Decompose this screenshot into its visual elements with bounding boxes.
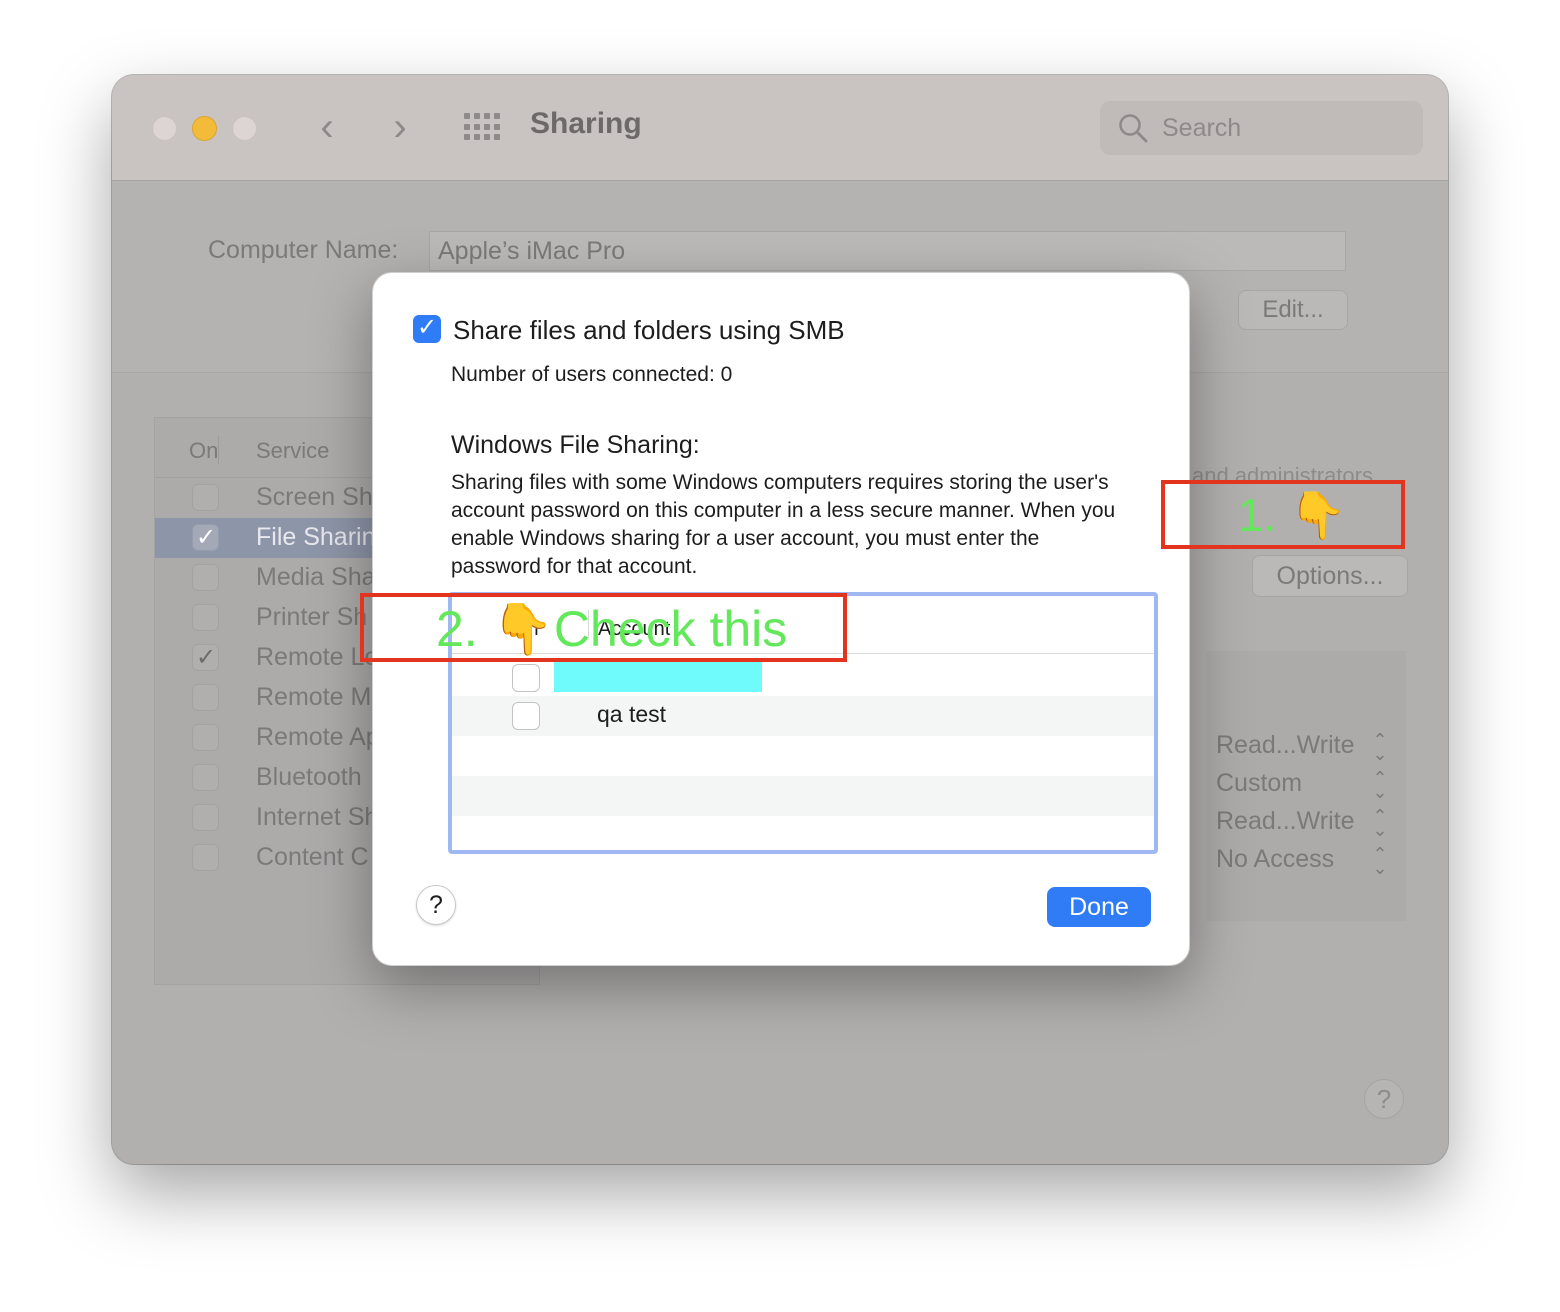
service-name: Internet Sh [256,803,379,831]
search-placeholder: Search [1162,114,1242,142]
edit-button[interactable]: Edit... [1238,290,1348,330]
service-checkbox[interactable] [192,764,219,791]
service-header-service: Service [256,438,330,463]
permission-popup[interactable]: Read...Write [1216,731,1354,760]
permission-popup[interactable]: Custom [1216,769,1302,798]
service-header-on: On [189,438,219,463]
service-name: Printer Sh [256,603,368,631]
sheet-help-button[interactable]: ? [416,885,456,925]
smb-label: Share files and folders using SMB [453,315,845,345]
account-row[interactable] [452,658,1154,698]
service-name: File Sharin [256,523,376,551]
service-checkbox[interactable] [192,643,219,672]
updown-chevron-icon: ⌃ ⌄ [1372,806,1388,840]
service-checkbox[interactable] [192,684,219,711]
empty-row [452,776,1154,816]
annotation-step-2-text: 2. 👇Check this [436,601,788,657]
service-checkbox[interactable] [192,523,219,552]
title-bar: ‹ › Sharing Search [112,75,1448,181]
account-row[interactable]: qa test [452,696,1154,736]
service-checkbox[interactable] [192,604,219,631]
search-icon [1119,114,1148,143]
service-checkbox[interactable] [192,484,219,511]
service-name: Remote M [256,683,372,711]
header-divider [218,436,219,464]
service-checkbox[interactable] [192,804,219,831]
computer-name-value: Apple’s iMac Pro [438,237,626,265]
computer-name-field[interactable]: Apple’s iMac Pro [429,231,1346,271]
service-name: Bluetooth [256,763,362,791]
options-button[interactable]: Options... [1252,555,1408,597]
account-checkbox[interactable] [512,702,540,730]
service-name: Screen Sh [256,483,373,511]
forward-arrow-icon[interactable]: › [380,103,420,151]
service-checkbox[interactable] [192,844,219,871]
service-name: Remote Ap [256,723,380,751]
permission-popup[interactable]: No Access [1216,845,1334,874]
permission-popup[interactable]: Read...Write [1216,807,1354,836]
updown-chevron-icon: ⌃ ⌄ [1372,768,1388,802]
account-name: qa test [597,701,667,727]
service-checkbox[interactable] [192,724,219,751]
window-title: Sharing [530,107,642,140]
search-field[interactable]: Search [1100,101,1423,155]
service-name: Content C [256,843,369,871]
users-connected-text: Number of users connected: 0 [451,363,733,386]
empty-row [452,816,1154,850]
windows-file-sharing-description: Sharing files with some Windows computer… [451,471,1116,578]
updown-chevron-icon: ⌃ ⌄ [1372,844,1388,878]
account-checkbox[interactable] [512,664,540,692]
service-name: Media Sha [256,563,376,591]
close-window-button[interactable] [152,116,177,141]
updown-chevron-icon: ⌃ ⌄ [1372,730,1388,764]
back-arrow-icon[interactable]: ‹ [307,103,347,151]
smb-checkbox[interactable] [413,313,441,343]
window-help-button[interactable]: ? [1364,1079,1404,1119]
annotation-step-1-text: 1. 👇 [1238,489,1347,541]
empty-row [452,736,1154,776]
redacted-account-name [554,660,762,692]
zoom-window-button[interactable] [232,116,257,141]
computer-name-label: Computer Name: [208,236,399,264]
show-all-grid-icon[interactable] [464,113,500,141]
windows-file-sharing-title: Windows File Sharing: [451,431,700,459]
service-checkbox[interactable] [192,564,219,591]
done-button[interactable]: Done [1047,887,1151,927]
minimize-window-button[interactable] [192,116,217,141]
